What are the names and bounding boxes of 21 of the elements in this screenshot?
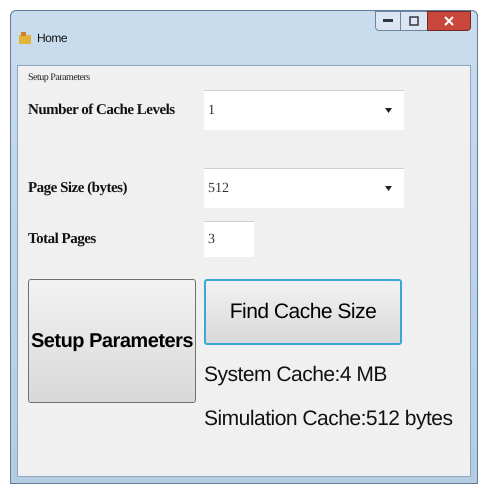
minimize-icon	[383, 19, 393, 23]
field-label: Total Pages	[28, 230, 97, 249]
maximize-button[interactable]	[401, 11, 427, 31]
input-field[interactable]: 3	[204, 221, 254, 257]
minimize-button[interactable]	[375, 11, 401, 31]
maximize-icon	[409, 16, 419, 26]
dropdown[interactable]: 512	[204, 168, 404, 208]
field-label: Page Size (bytes)	[28, 178, 128, 198]
find-button[interactable]: Find Cache Size	[204, 279, 402, 345]
dropdown[interactable]: 1	[204, 90, 404, 130]
close-icon	[444, 16, 454, 26]
result-text: Simulation Cache:512 bytes	[204, 406, 452, 432]
setup-button[interactable]: Setup Parameters	[28, 279, 196, 403]
close-button[interactable]	[427, 11, 471, 31]
group-title: Setup Parameters	[28, 71, 91, 85]
caret-icon	[385, 185, 392, 192]
field-label: Number of Cache Levels	[28, 100, 176, 120]
caret-icon	[385, 107, 392, 114]
app-icon	[17, 30, 33, 46]
window-title: Home	[37, 30, 68, 47]
result-text: System Cache:4 MB	[204, 362, 388, 388]
